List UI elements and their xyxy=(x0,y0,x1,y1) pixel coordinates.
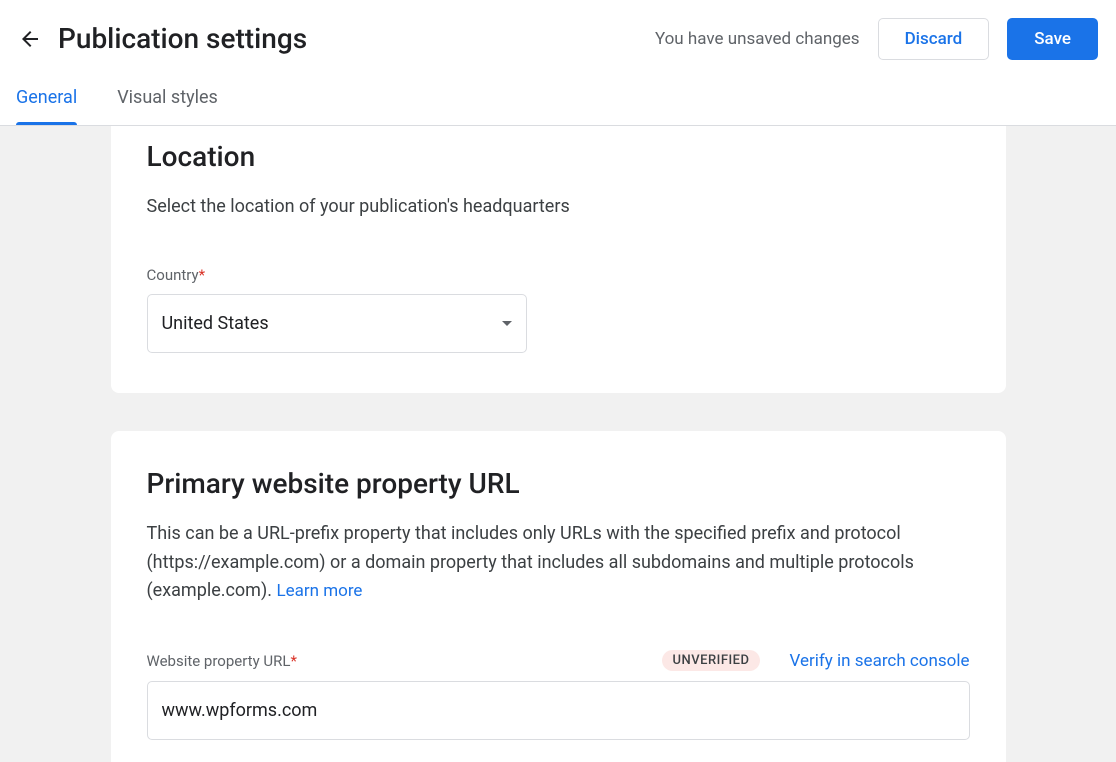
required-star: * xyxy=(290,652,296,670)
country-select-value: United States xyxy=(162,313,269,334)
country-select[interactable]: United States xyxy=(147,294,527,353)
tabs-bar: General Visual styles xyxy=(0,77,1116,126)
unverified-badge: UNVERIFIED xyxy=(662,650,759,671)
location-title: Location xyxy=(147,140,970,173)
unsaved-changes-text: You have unsaved changes xyxy=(655,29,860,49)
website-url-input[interactable] xyxy=(147,681,970,740)
verify-search-console-link[interactable]: Verify in search console xyxy=(790,651,970,671)
save-button[interactable]: Save xyxy=(1007,18,1098,60)
required-star: * xyxy=(199,266,205,284)
chevron-down-icon xyxy=(502,321,512,326)
tab-general[interactable]: General xyxy=(16,77,77,125)
learn-more-link[interactable]: Learn more xyxy=(276,581,362,601)
discard-button[interactable]: Discard xyxy=(878,18,990,60)
primary-url-title: Primary website property URL xyxy=(147,467,970,500)
primary-url-subtitle-text: This can be a URL-prefix property that i… xyxy=(147,523,914,602)
header: Publication settings You have unsaved ch… xyxy=(0,0,1116,77)
header-right: You have unsaved changes Discard Save xyxy=(655,18,1098,60)
tab-visual-styles[interactable]: Visual styles xyxy=(117,77,218,125)
back-arrow-icon[interactable] xyxy=(18,27,42,51)
primary-url-subtitle: This can be a URL-prefix property that i… xyxy=(147,520,970,606)
url-field-right: UNVERIFIED Verify in search console xyxy=(662,650,969,671)
url-field-label-text: Website property URL xyxy=(147,652,291,670)
country-label-text: Country xyxy=(147,266,199,284)
url-field-label: Website property URL* xyxy=(147,652,297,670)
primary-url-card: Primary website property URL This can be… xyxy=(111,431,1006,762)
country-select-wrapper: United States xyxy=(147,294,527,353)
country-label: Country* xyxy=(147,266,970,284)
location-card: Location Select the location of your pub… xyxy=(111,126,1006,393)
header-left: Publication settings xyxy=(18,22,307,55)
content-area: Location Select the location of your pub… xyxy=(0,126,1116,762)
location-subtitle: Select the location of your publication'… xyxy=(147,193,970,222)
url-field-header: Website property URL* UNVERIFIED Verify … xyxy=(147,650,970,671)
page-title: Publication settings xyxy=(58,22,307,55)
